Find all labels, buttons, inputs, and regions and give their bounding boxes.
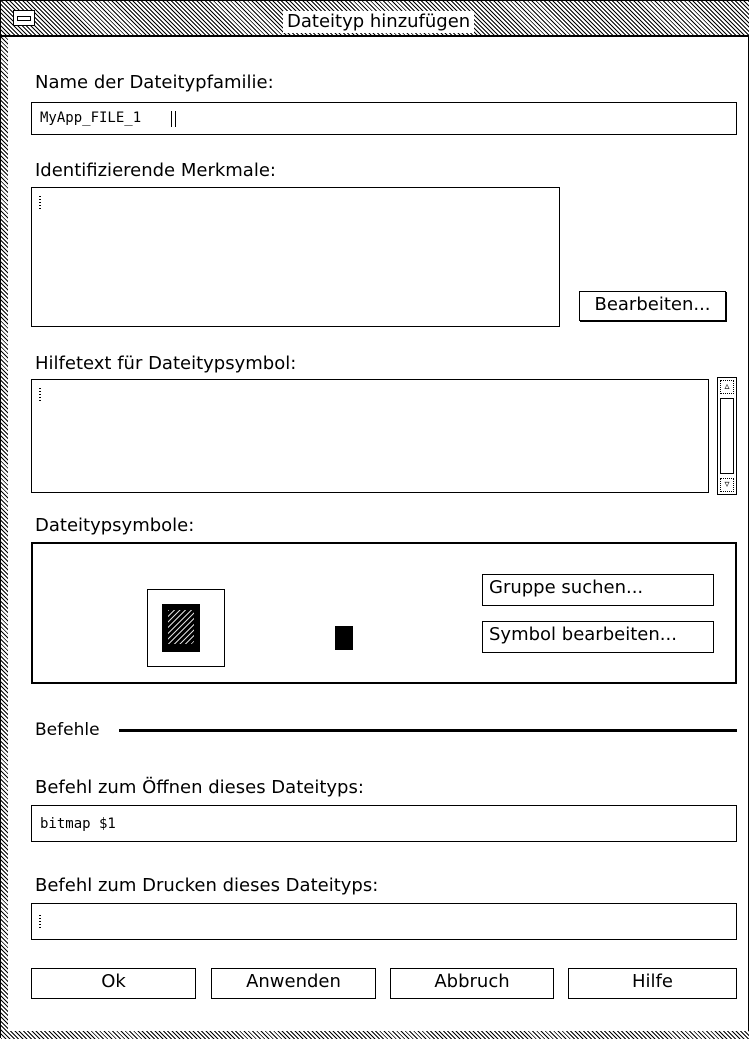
cancel-button[interactable]: Abbruch [390, 968, 554, 999]
scroll-up-arrow-icon[interactable]: ▵ [720, 380, 734, 394]
scroll-down-arrow-icon[interactable]: ▿ [720, 478, 734, 492]
window-frame-left[interactable] [1, 1, 8, 1039]
find-set-button[interactable]: Gruppe suchen... [482, 574, 714, 606]
text-cursor-icon [171, 111, 176, 127]
scrollbar-trough[interactable] [720, 398, 734, 474]
family-name-value: MyApp_FILE_1 [40, 110, 142, 126]
help-button[interactable]: Hilfe [568, 968, 737, 999]
commands-section-label: Befehle [35, 720, 100, 740]
help-text-field[interactable] [31, 379, 709, 493]
file-type-icons-label: Dateitypsymbole: [35, 515, 195, 536]
small-file-type-icon[interactable] [335, 626, 353, 650]
open-command-label: Befehl zum Öffnen dieses Dateityps: [35, 777, 364, 798]
identifying-characteristics-label: Identifizierende Merkmale: [35, 160, 276, 181]
text-cursor-icon [39, 388, 41, 402]
text-cursor-icon [39, 196, 41, 210]
help-text-scrollbar[interactable]: ▵ ▿ [717, 377, 737, 495]
family-name-field[interactable]: MyApp_FILE_1 [31, 102, 737, 135]
family-name-label: Name der Dateitypfamilie: [35, 72, 274, 93]
open-command-value: bitmap $1 [40, 816, 116, 832]
identifying-characteristics-field[interactable] [31, 187, 560, 327]
window-title: Dateityp hinzufügen [283, 11, 475, 33]
ok-button[interactable]: Ok [31, 968, 196, 999]
print-command-label: Befehl zum Drucken dieses Dateityps: [35, 875, 379, 896]
print-command-field[interactable] [31, 903, 737, 940]
help-text-label: Hilfetext für Dateitypsymbol: [35, 353, 297, 374]
apply-button[interactable]: Anwenden [211, 968, 376, 999]
open-command-field[interactable]: bitmap $1 [31, 805, 737, 842]
large-icon-frame[interactable] [147, 589, 225, 667]
text-cursor-icon [39, 915, 41, 929]
edit-icon-button[interactable]: Symbol bearbeiten... [482, 621, 714, 653]
dialog-window: Dateityp hinzufügen Name der Dateitypfam… [0, 0, 749, 1039]
edit-characteristics-button[interactable]: Bearbeiten... [579, 291, 726, 321]
large-file-type-icon [162, 604, 200, 652]
commands-separator [119, 729, 737, 732]
title-bar[interactable]: Dateityp hinzufügen [1, 1, 749, 37]
file-type-icons-panel: Gruppe suchen... Symbol bearbeiten... [31, 542, 737, 684]
window-menu-icon[interactable] [13, 10, 35, 26]
